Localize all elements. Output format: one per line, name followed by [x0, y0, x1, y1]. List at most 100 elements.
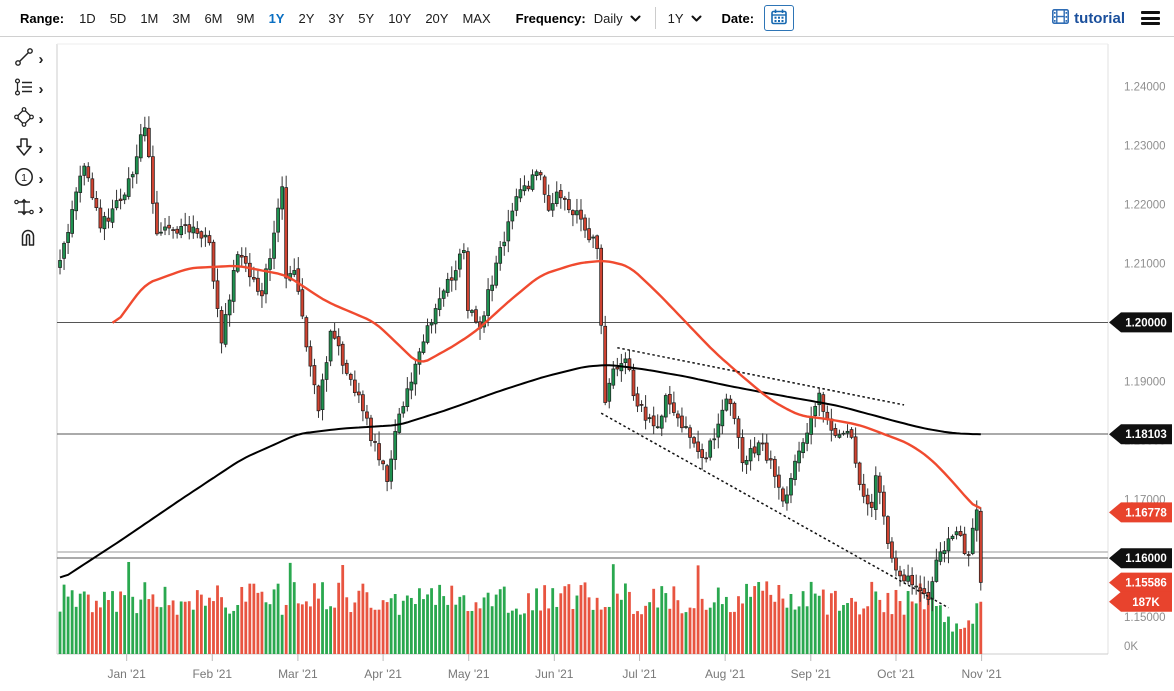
range-option-9m[interactable]: 9M — [232, 9, 260, 28]
volume-bar — [502, 586, 506, 654]
volume-bar — [854, 601, 857, 654]
candle — [934, 559, 939, 582]
brand-logo[interactable]: tutorial — [1052, 8, 1125, 28]
volume-bar — [648, 602, 652, 654]
range-option-20y[interactable]: 20Y — [420, 9, 453, 28]
volume-bar — [280, 614, 284, 654]
volume-bar — [934, 606, 938, 654]
candle — [393, 431, 398, 460]
candle — [514, 196, 519, 211]
x-axis-month-label: Sep '21 — [791, 667, 832, 681]
trendline-lower[interactable] — [600, 412, 949, 609]
volume-bar — [272, 589, 276, 654]
range-option-3y[interactable]: 3Y — [323, 9, 349, 28]
candle — [898, 570, 902, 577]
range-option-1d[interactable]: 1D — [74, 9, 101, 28]
volume-bar — [220, 597, 223, 654]
price-tag-1.18103-text: 1.18103 — [1125, 429, 1167, 441]
candle — [86, 166, 91, 179]
volume-bar — [389, 598, 393, 654]
candle — [470, 310, 474, 313]
volume-bar — [151, 594, 155, 654]
candle — [377, 443, 381, 461]
range-option-5y[interactable]: 5Y — [353, 9, 379, 28]
volume-bar — [757, 582, 761, 654]
candle — [159, 231, 163, 234]
candle — [247, 262, 252, 278]
volume-bar — [733, 611, 736, 654]
volume-bar — [514, 608, 518, 654]
volume-bar — [615, 593, 619, 654]
volume-bar — [430, 588, 433, 654]
range-option-6m[interactable]: 6M — [199, 9, 227, 28]
volume-bar — [894, 589, 898, 654]
volume-bar — [688, 607, 692, 654]
volume-bar — [155, 606, 159, 654]
volume-bar — [539, 610, 542, 654]
volume-bar — [939, 605, 942, 654]
volume-bar — [397, 614, 401, 654]
candle — [332, 330, 337, 339]
range-button-group: 1D 5D 1M 3M 6M 9M 1Y 2Y 3Y 5Y 10Y 20Y MAX — [72, 9, 498, 28]
candle — [894, 557, 898, 571]
volume-bar — [765, 581, 769, 654]
volume-bar — [866, 606, 870, 654]
candle — [845, 430, 850, 434]
candle — [70, 209, 74, 234]
frequency-dropdown[interactable]: Daily — [594, 11, 641, 26]
candle — [284, 187, 289, 279]
y-axis-label: 1.24000 — [1124, 81, 1166, 93]
volume-bar — [862, 608, 866, 654]
x-axis-month-label: Mar '21 — [278, 667, 318, 681]
candle — [643, 406, 648, 421]
volume-bar — [692, 608, 696, 654]
period-dropdown[interactable]: 1Y — [668, 11, 702, 26]
date-label: Date: — [721, 10, 755, 26]
calendar-icon — [770, 8, 788, 29]
hamburger-menu-icon[interactable] — [1141, 11, 1160, 25]
volume-bar — [947, 616, 950, 654]
range-option-3m[interactable]: 3M — [167, 9, 195, 28]
volume-bar — [943, 622, 946, 654]
candle — [958, 531, 963, 536]
date-picker-button[interactable] — [764, 5, 795, 31]
volume-bar — [850, 597, 853, 654]
chart-canvas[interactable]: 1.24000 1.23000 1.22000 1.21000 1.20000 1.190… — [0, 38, 1174, 691]
volume-bar — [749, 596, 752, 654]
volume-bar — [260, 591, 264, 654]
candle — [389, 458, 394, 482]
volume-bar — [232, 610, 236, 654]
candle — [877, 475, 882, 493]
volume-bar — [632, 613, 635, 654]
volume-bar — [829, 593, 833, 654]
candle — [631, 369, 636, 397]
range-option-5d[interactable]: 5D — [105, 9, 132, 28]
volume-bar — [793, 609, 797, 654]
candle — [357, 391, 361, 396]
x-axis-month-label: Jan '21 — [107, 667, 146, 681]
candle — [207, 235, 212, 244]
candle — [66, 232, 70, 243]
candle — [437, 298, 442, 310]
volume-bar — [506, 612, 510, 654]
range-option-max[interactable]: MAX — [457, 9, 495, 28]
trendline-upper[interactable] — [617, 346, 905, 406]
candle — [179, 226, 184, 236]
range-option-10y[interactable]: 10Y — [383, 9, 416, 28]
candle — [704, 457, 709, 460]
range-option-1m[interactable]: 1M — [135, 9, 163, 28]
volume-bar — [195, 590, 199, 654]
volume-bar — [252, 583, 256, 654]
range-option-2y[interactable]: 2Y — [293, 9, 319, 28]
period-value: 1Y — [667, 10, 684, 26]
volume-bar — [668, 608, 672, 654]
volume-bar — [345, 597, 349, 654]
volume-bar — [426, 594, 429, 654]
volume-bar — [159, 607, 163, 654]
volume-bar — [175, 614, 179, 654]
candle — [421, 341, 426, 353]
volume-bar — [975, 603, 979, 654]
range-option-1y[interactable]: 1Y — [264, 9, 290, 28]
volume-bar — [401, 600, 405, 654]
candle — [744, 460, 749, 465]
